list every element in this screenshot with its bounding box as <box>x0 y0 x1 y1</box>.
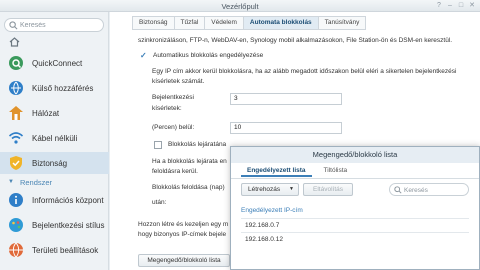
within-minutes-label: (Percen) belül: <box>152 124 195 131</box>
minimize-icon[interactable]: – <box>446 2 454 10</box>
sidebar-item-label: Bejelentkezési stílus <box>32 220 105 230</box>
sidebar-item-label: Külső hozzáférés <box>32 83 94 93</box>
dialog-divider <box>231 178 479 179</box>
attempts-label: Bejelentkezési <box>152 94 194 101</box>
external-access-icon <box>6 78 26 98</box>
enable-auto-block-checkbox[interactable]: ✓ <box>140 52 148 60</box>
help-icon[interactable]: ? <box>435 2 443 10</box>
chevron-down-icon: ▼ <box>8 179 14 185</box>
column-header-allowed-ip[interactable]: Engedélyezett IP-cím <box>241 205 469 217</box>
window-controls: ? – □ ✕ <box>435 2 476 10</box>
sidebar-item-label: Kábel nélküli <box>32 133 78 143</box>
sidebar-item-quickconnect[interactable]: QuickConnect <box>0 52 109 74</box>
allow-block-description: Hozzon létre és kezeljen egy m <box>138 221 229 228</box>
sidebar-item-info-center[interactable]: Információs központ <box>0 189 109 211</box>
chevron-down-icon: ▼ <box>289 186 294 192</box>
dialog-search-input[interactable] <box>404 185 466 195</box>
sidebar-item-label: Információs központ <box>32 195 104 205</box>
unblock-days-label: Blokkolás feloldása (nap) <box>152 184 225 191</box>
sidebar-search-input[interactable] <box>20 20 100 31</box>
globe-icon <box>6 240 26 260</box>
quickconnect-icon <box>6 53 26 73</box>
wifi-icon <box>6 128 26 148</box>
remove-button[interactable]: Eltávolítás <box>303 183 353 196</box>
within-minutes-field[interactable]: 10 <box>230 122 342 134</box>
sidebar-item-label: Területi beállítások <box>32 245 99 255</box>
allow-block-list-dialog: Megengedő/blokkoló lista Engedélyezett l… <box>230 146 480 270</box>
description-text-2: kísérletek számát. <box>152 78 205 85</box>
sidebar-item-login-style[interactable]: Bejelentkezési stílus <box>0 214 109 236</box>
tab-block-list[interactable]: Tiltólista <box>318 165 354 177</box>
network-icon <box>6 103 26 123</box>
shield-icon <box>6 153 26 173</box>
close-icon[interactable]: ✕ <box>468 2 476 10</box>
enable-auto-block-label: Automatikus blokkolás engedélyezése <box>153 52 264 59</box>
tab-certificate[interactable]: Tanúsítvány <box>317 16 367 30</box>
home-button[interactable] <box>4 35 24 49</box>
tab-security[interactable]: Biztonság <box>132 16 175 30</box>
table-row[interactable]: 192.168.0.7 <box>241 218 469 232</box>
tab-auto-block[interactable]: Automata blokkolás <box>242 16 319 30</box>
sidebar-item-label: QuickConnect <box>32 58 83 68</box>
section-label: Rendszer <box>19 177 53 187</box>
tab-protection[interactable]: Védelem <box>204 16 244 30</box>
dialog-title: Megengedő/blokkoló lista <box>231 147 479 163</box>
tab-allow-list[interactable]: Engedélyezett lista <box>241 165 312 177</box>
attempts-field[interactable]: 3 <box>230 93 342 105</box>
sidebar-item-security[interactable]: Biztonság <box>0 152 109 174</box>
sidebar-item-regional-options[interactable]: Területi beállítások <box>0 239 109 261</box>
expiration-description-2: feloldásra kerül. <box>152 168 198 175</box>
description-text: Egy IP cím akkor kerül blokkolásra, ha a… <box>152 68 457 75</box>
search-icon <box>394 186 402 194</box>
search-icon <box>9 21 18 30</box>
info-icon <box>6 190 26 210</box>
attempts-label-2: kísérletek: <box>152 105 182 112</box>
enable-expiration-label: Blokkolás lejáratána <box>168 141 227 148</box>
sidebar-item-label: Biztonság <box>32 158 68 168</box>
maximize-icon[interactable]: □ <box>457 2 465 10</box>
sidebar-item-external-access[interactable]: Külső hozzáférés <box>0 77 109 99</box>
expiration-description: Ha a blokkolás lejárata en <box>152 158 227 165</box>
dialog-tab-bar: Engedélyezett lista Tiltólista <box>241 165 359 177</box>
home-icon <box>9 37 19 47</box>
palette-icon <box>6 215 26 235</box>
allow-block-list-button[interactable]: Megengedő/blokkoló lista <box>138 254 230 267</box>
unblock-days-suffix: után: <box>152 199 167 206</box>
allow-block-description-2: hogy bizonyos IP-címek bejele <box>138 231 227 238</box>
enable-expiration-checkbox[interactable] <box>154 141 162 149</box>
intro-text: szinkronizáláson, FTP-n, WebDAV-en, Syno… <box>138 37 453 44</box>
sidebar-section-system[interactable]: ▼ Rendszer <box>0 175 109 189</box>
title-bar: Vezérlőpult ? – □ ✕ <box>0 0 480 12</box>
sidebar-item-wireless[interactable]: Kábel nélküli <box>0 127 109 149</box>
dialog-search[interactable] <box>389 183 469 196</box>
sidebar: QuickConnect Külső hozzáférés Hálózat Ká… <box>0 12 109 270</box>
tab-bar: Biztonság Tűzfal Védelem Automata blokko… <box>132 16 367 30</box>
window-title: Vezérlőpult <box>221 2 259 11</box>
sidebar-item-label: Hálózat <box>32 108 60 118</box>
sidebar-search[interactable] <box>4 18 104 32</box>
table-row[interactable]: 192.168.0.12 <box>241 232 469 246</box>
create-button[interactable]: Létrehozás ▼ <box>241 183 299 196</box>
create-button-label: Létrehozás <box>248 186 281 193</box>
tab-firewall[interactable]: Tűzfal <box>173 16 206 30</box>
sidebar-item-network[interactable]: Hálózat <box>0 102 109 124</box>
